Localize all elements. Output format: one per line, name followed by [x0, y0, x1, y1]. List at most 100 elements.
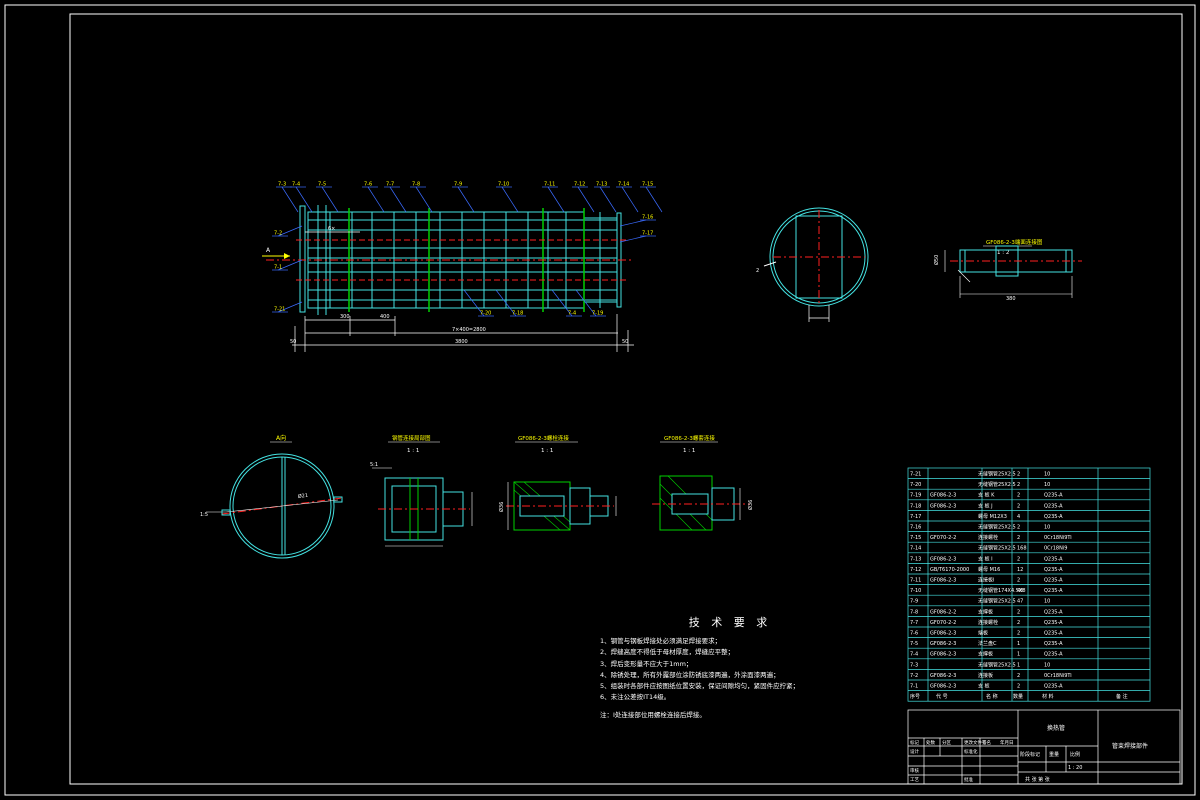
tb-weight-label: 重量 [1049, 751, 1059, 758]
bom-cell: Q235-A [1044, 493, 1063, 499]
bom-cell: 0Cr18Ni9Ti [1044, 673, 1072, 679]
view-a: A向 Ø21 1:5 [200, 434, 343, 559]
bom-cell: 7-19 [910, 493, 921, 499]
bom-cell: 无缝钢管25X2.5 [978, 598, 1016, 605]
bom-cell: 支 板 I [978, 555, 993, 562]
bom-cell: GF086-2-3 [930, 493, 956, 499]
bom-cell: 10 [1044, 662, 1050, 668]
bom-cell: 47 [1017, 599, 1023, 605]
callout-top-6: 7-9 [452, 182, 475, 213]
callout-left-2: 7-21 [272, 301, 303, 313]
bom-row: 7-11 GF086-2-3 连接板Ⅰ 2 Q235-A [910, 577, 1063, 584]
bom-cell: 10 [1044, 525, 1050, 531]
bom-cell: Q235-A [1044, 684, 1063, 690]
bom-row: 7-12 GB/T6170-2000 螺母 M16 12 Q235-A [910, 566, 1063, 573]
callout-top-2: 7-5 [316, 182, 339, 213]
bom-cell: 支撑板 [978, 651, 993, 658]
bom-cell: Q235-A [1044, 503, 1063, 509]
bom-cell: Q235-A [1044, 567, 1063, 573]
callout-label: 7-9 [454, 182, 462, 188]
bom-header: 序号 代 号 名 称 数量 材 料 备 注 [910, 693, 1128, 700]
callout-bottom-1: 7-18 [495, 289, 526, 317]
tb-label: 签名 [982, 739, 991, 746]
bom-cell: 螺母 M12X3 [978, 513, 1007, 520]
shaft-detail-view: GF086-2-3端面连接图 1 : 2 Ø50 380 [933, 238, 1082, 302]
callout-left-0: 7-2 [272, 225, 303, 237]
bom-row: 7-8 GF086-2-2 支撑板 2 Q235-A [910, 608, 1063, 615]
callout-label: 7-18 [512, 311, 523, 317]
tb-label: 处数 [926, 739, 935, 746]
callout-top-8: 7-11 [542, 182, 565, 213]
bom-cell: 2 [1017, 631, 1020, 637]
bom-cell: Q235-A [1044, 578, 1063, 584]
section-left-dim: 2 [756, 268, 759, 274]
dim-overall: 3800 [455, 339, 468, 345]
detail-2-title: GF086-2-3螺栓连接 [518, 434, 569, 442]
tb-scale: 1 : 20 [1068, 765, 1082, 771]
bom-row: 7-3 无缝钢管25X2.5 1 10 [910, 661, 1050, 668]
bom-cell: Q235-A [1044, 609, 1063, 615]
bom-row: 7-20 无缝钢管25X2.5 2 10 [910, 481, 1050, 488]
bom-cell: 2 [1017, 482, 1020, 488]
callout-label: 7-7 [386, 182, 394, 188]
dim-end-right: 50 [622, 339, 628, 345]
bom-row: 7-2 GF086-2-3 连接板 2 0Cr18Ni9Ti [910, 672, 1072, 679]
callout-label: 7-2 [274, 231, 282, 237]
bom-cell: 1 [1017, 652, 1020, 658]
shaft-detail-height: Ø50 [933, 255, 940, 265]
bom-cell: GF086-2-3 [930, 631, 956, 637]
detail-1-title: 钢管连接局部图 [392, 434, 431, 442]
bom-cell: 7-17 [910, 514, 921, 520]
bom-cell: 无缝钢管25X2.5 [978, 471, 1016, 478]
bom-cell: 支撑板 [978, 608, 993, 615]
bom-cell: 2 [1017, 684, 1020, 690]
tb-label: 年月日 [1000, 739, 1014, 746]
bom-cell: 4 [1017, 514, 1020, 520]
tb-label: 标准化 [964, 748, 978, 755]
detail-sleeve-joint: GF086-2-3螺套连接 1 : 1 Ø36 [652, 434, 754, 531]
shaft-detail-length: 380 [1006, 296, 1016, 302]
bom-cell: 7-6 [910, 631, 918, 637]
bom-cell: 2 [1017, 578, 1020, 584]
bom-cell: 连接板Ⅰ [978, 577, 994, 584]
detail-3-right-dim: Ø36 [747, 500, 754, 510]
callout-label: 7-15 [642, 182, 653, 188]
bom-cell: 2 [1017, 535, 1020, 541]
tb-scale-label: 比例 [1070, 751, 1080, 758]
bom-cell: Q235-A [1044, 588, 1063, 594]
tb-drawing-title: 管束焊接部件 [1112, 742, 1148, 750]
bom-cell: 10 [1044, 482, 1050, 488]
bom-cell: GF086-2-3 [930, 673, 956, 679]
title-block: 换热管 管束焊接部件 阶段标记 重量 比例 1 : 20 共 张 第 张 标记处… [907, 709, 1181, 785]
callout-top-7: 7-10 [496, 182, 519, 213]
detail-1-scale: 1 : 1 [407, 448, 419, 454]
bom-cell: 10 [1044, 599, 1050, 605]
dim-seg2: 400 [380, 314, 390, 320]
callout-top-3: 7-6 [362, 182, 385, 213]
tb-label: 标记 [910, 739, 919, 746]
bom-cell: GF086-2-3 [930, 684, 956, 690]
bom-cell: 无缝钢管25X2.5 [978, 524, 1016, 531]
bom-cell: 7-4 [910, 652, 918, 658]
bom-row: 7-16 无缝钢管25X2.5 2 10 [910, 524, 1050, 531]
callout-top-5: 7-8 [410, 182, 433, 213]
bom-cell: 7-16 [910, 525, 921, 531]
detail-bolt-joint: GF086-2-3螺栓连接 1 : 1 Ø36 [498, 434, 617, 531]
bom-header-cell: 材 料 [1042, 693, 1054, 700]
dim-pitch-top: 6× [328, 226, 335, 232]
bom-cell: 7-8 [910, 609, 918, 615]
detail-3-scale: 1 : 1 [683, 448, 695, 454]
bom-cell: 12 [1017, 567, 1023, 573]
bom-row: 7-21 无缝钢管25X2.5 2 10 [910, 471, 1050, 478]
callout-label: 7-19 [592, 311, 603, 317]
bom-cell: 48 [1017, 588, 1023, 594]
bom-cell: 10 [1044, 472, 1050, 478]
bom-cell: 端板 [978, 630, 988, 637]
bom-row: 7-13 GF086-2-3 支 板 I 2 Q235-A [910, 555, 1063, 562]
bom-cell: Q235-A [1044, 556, 1063, 562]
bom-row: 7-17 螺母 M12X3 4 Q235-A [910, 513, 1063, 520]
callout-label: 7-12 [574, 182, 585, 188]
callout-label: 7-16 [642, 215, 653, 221]
bom-header-cell: 代 号 [936, 693, 948, 700]
bom-row: 7-19 GF086-2-3 支 板 K 2 Q235-A [910, 492, 1063, 499]
